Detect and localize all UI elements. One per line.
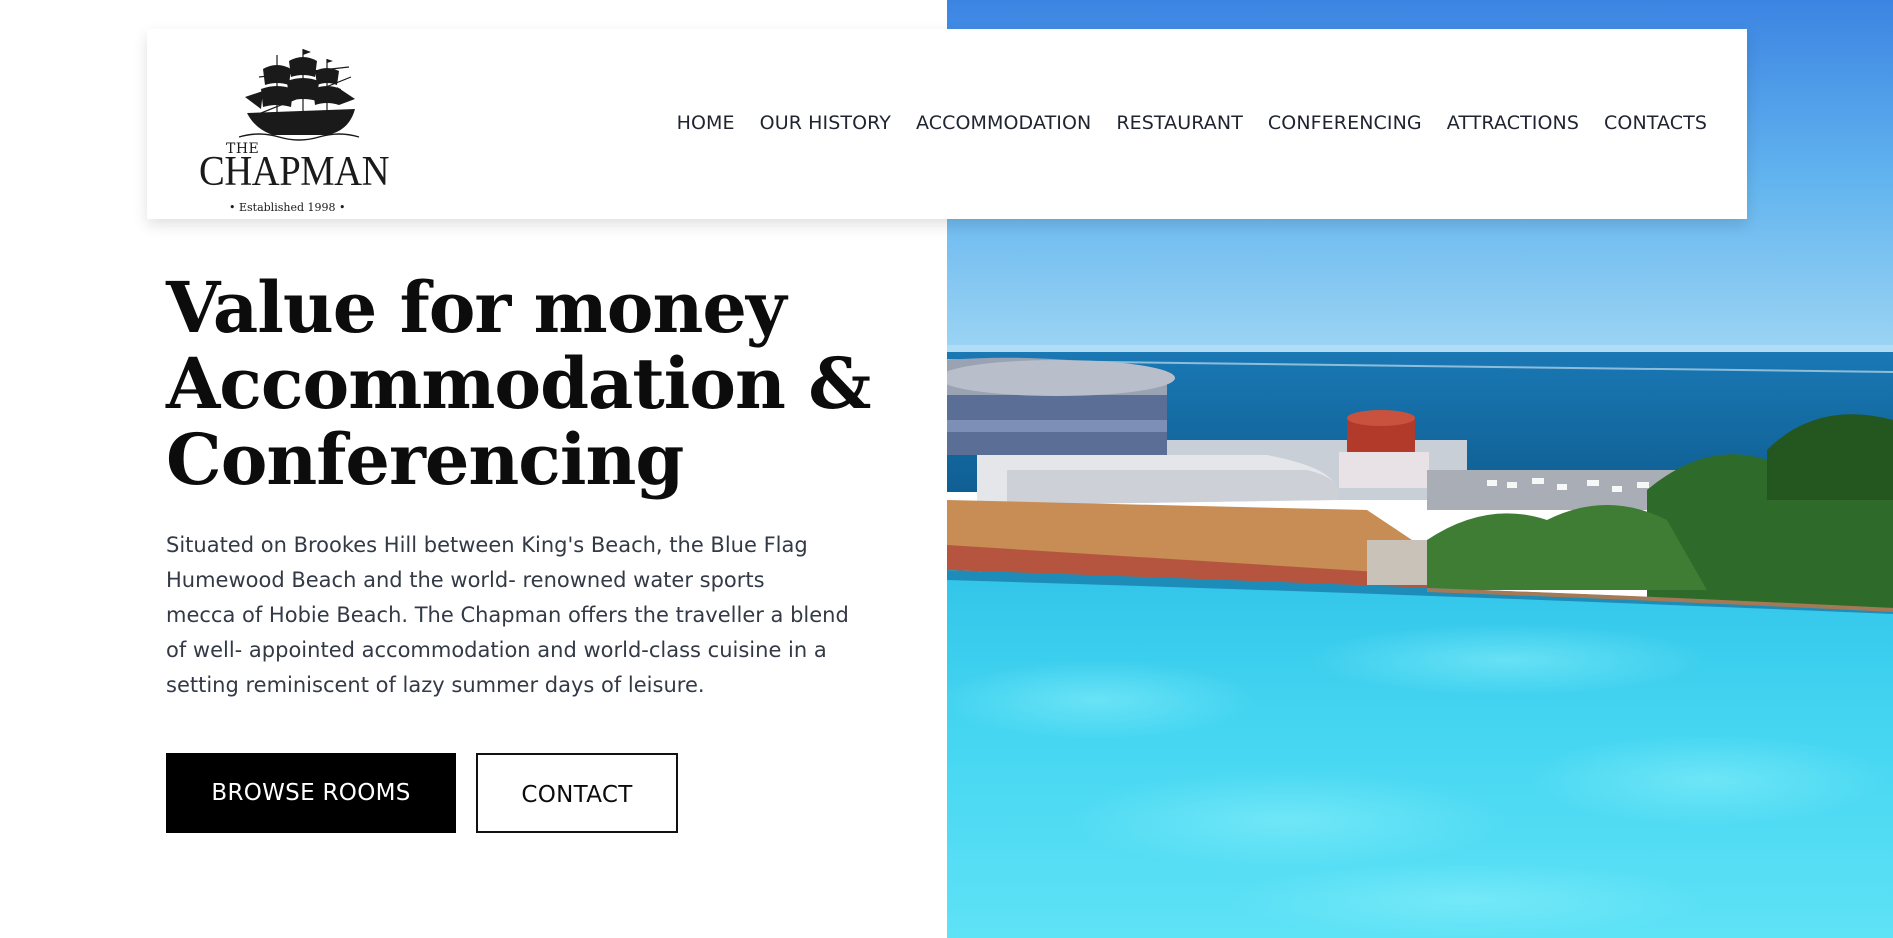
headline-line: Value for money xyxy=(166,266,787,349)
logo[interactable]: THE CHAPMAN • Established 1998 • xyxy=(199,47,389,214)
hero-actions: BROWSE ROOMS CONTACT xyxy=(166,753,678,833)
nav-contacts-link[interactable]: CONTACTS xyxy=(1604,112,1707,134)
logo-name-text: CHAPMAN xyxy=(199,149,390,195)
contact-button[interactable]: CONTACT xyxy=(476,753,678,833)
nav-conferencing-link[interactable]: CONFERENCING xyxy=(1268,112,1422,134)
nav-restaurant-link[interactable]: RESTAURANT xyxy=(1116,112,1243,134)
ship-logo-icon xyxy=(238,49,360,141)
nav-home-link[interactable]: HOME xyxy=(677,112,735,134)
nav-attractions-link[interactable]: ATTRACTIONS xyxy=(1447,112,1579,134)
description-line: setting reminiscent of lazy summer days … xyxy=(166,673,705,697)
main-navigation: HOME OUR HISTORY ACCOMMODATION RESTAURAN… xyxy=(652,112,1707,134)
nav-our-history-link[interactable]: OUR HISTORY xyxy=(760,112,891,134)
description-line: mecca of Hobie Beach. The Chapman offers… xyxy=(166,603,849,627)
browse-rooms-button[interactable]: BROWSE ROOMS xyxy=(166,753,456,833)
description-line: Situated on Brookes Hill between King's … xyxy=(166,533,808,557)
logo-established-text: • Established 1998 • xyxy=(229,201,346,214)
nav-accommodation-link[interactable]: ACCOMMODATION xyxy=(916,112,1091,134)
hero-headline: Value for money Accommodation & Conferen… xyxy=(166,270,886,498)
headline-line: Conferencing xyxy=(166,418,684,501)
site-header: THE CHAPMAN • Established 1998 • HOME OU… xyxy=(147,29,1747,219)
description-line: of well- appointed accommodation and wor… xyxy=(166,638,827,662)
page: THE CHAPMAN • Established 1998 • HOME OU… xyxy=(0,0,1893,938)
description-line: Humewood Beach and the world- renowned w… xyxy=(166,568,765,592)
hero-description: Situated on Brookes Hill between King's … xyxy=(166,528,856,703)
headline-line: Accommodation & xyxy=(166,342,871,425)
hero-content: Value for money Accommodation & Conferen… xyxy=(166,270,886,703)
